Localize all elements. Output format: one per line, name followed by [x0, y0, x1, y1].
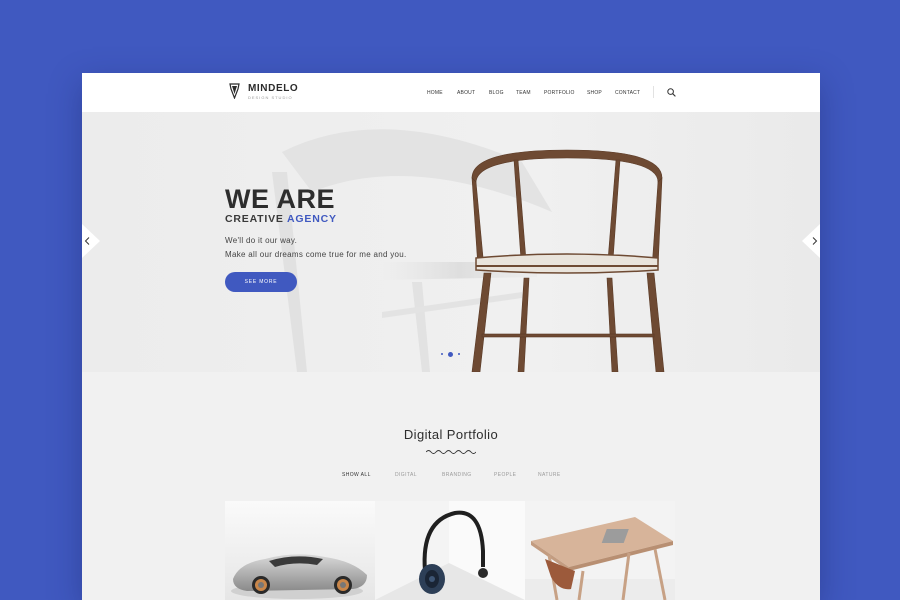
filter-digital[interactable]: DIGITAL: [395, 472, 417, 478]
website-window: MINDELO DESIGN STUDIO HOME ABOUT BLOG TE…: [82, 73, 820, 600]
slider-dots: [441, 351, 465, 357]
portfolio-item-headphones[interactable]: [375, 501, 525, 600]
nav-item-contact[interactable]: CONTACT: [615, 90, 640, 96]
hero-title: WE ARE: [225, 184, 335, 214]
hero-text-line-1: We'll do it our way.: [225, 236, 298, 245]
wave-divider-icon: [426, 450, 476, 454]
nav-item-team[interactable]: TEAM: [516, 90, 531, 96]
portfolio-title: Digital Portfolio: [403, 427, 499, 442]
filter-branding[interactable]: BRANDING: [442, 472, 472, 478]
nav-item-blog[interactable]: BLOG: [489, 90, 504, 96]
hero-subtitle-prefix: CREATIVE: [225, 213, 284, 225]
site-header: MINDELO DESIGN STUDIO HOME ABOUT BLOG TE…: [82, 73, 820, 112]
headphones-image: [375, 501, 525, 600]
portfolio-item-car[interactable]: [225, 501, 375, 600]
chair-image: [471, 149, 665, 372]
nav-divider: [653, 86, 654, 98]
hero-slider: WE ARE CREATIVE AGENCY We'll do it our w…: [82, 112, 820, 372]
search-icon[interactable]: [667, 88, 676, 97]
hero-subtitle: CREATIVE AGENCY: [225, 213, 337, 225]
car-image: [225, 501, 375, 600]
slider-dot-2[interactable]: [448, 351, 453, 357]
nav-item-about[interactable]: ABOUT: [457, 90, 475, 96]
see-more-button[interactable]: SEE MORE: [225, 272, 297, 292]
slider-dot-1[interactable]: [441, 353, 443, 355]
desk-image: [525, 501, 675, 600]
portfolio-filters: SHOW ALL DIGITAL BRANDING PEOPLE NATURE: [82, 472, 820, 482]
hero-subtitle-accent: AGENCY: [287, 213, 337, 225]
chevron-left-icon: [84, 237, 90, 245]
filter-nature[interactable]: NATURE: [538, 472, 561, 478]
portfolio-item-desk[interactable]: [525, 501, 675, 600]
nav-item-portfolio[interactable]: PORTFOLIO: [544, 90, 575, 96]
filter-show-all[interactable]: SHOW ALL: [342, 472, 371, 478]
filter-people[interactable]: PEOPLE: [494, 472, 516, 478]
slider-dot-3[interactable]: [458, 353, 460, 355]
chair-shadow-image: [272, 129, 552, 372]
chevron-right-icon: [812, 237, 818, 245]
nav-item-home[interactable]: HOME: [427, 90, 443, 96]
nav-item-shop[interactable]: SHOP: [587, 90, 602, 96]
hero-text-line-2: Make all our dreams come true for me and…: [225, 250, 407, 259]
main-nav: HOME ABOUT BLOG TEAM PORTFOLIO SHOP CONT…: [82, 73, 820, 112]
